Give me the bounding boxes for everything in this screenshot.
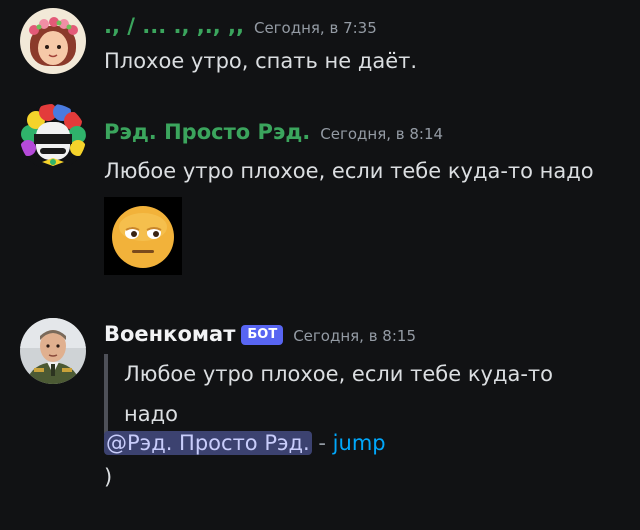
avatar-military[interactable]: [20, 318, 86, 384]
message-text: Любое утро плохое, если тебе куда-то над…: [104, 159, 594, 183]
quote-line: Любое утро плохое, если тебе куда-то: [124, 362, 553, 386]
quote-block: Любое утро плохое, если тебе куда-то над…: [104, 354, 624, 434]
message-header: Военкомат БОТ Сегодня, в 8:15: [104, 322, 416, 346]
author-name[interactable]: Военкомат: [104, 322, 235, 346]
avatar-clown[interactable]: [20, 104, 86, 170]
military-officer-avatar-icon: [20, 318, 86, 384]
message-text: Плохое утро, спать не даёт.: [104, 49, 418, 73]
author-name[interactable]: Рэд. Просто Рэд.: [104, 120, 310, 144]
bot-badge: БОТ: [241, 325, 284, 345]
jump-link[interactable]: jump: [333, 431, 386, 455]
separator: -: [318, 431, 326, 455]
trailing-text: ): [104, 465, 113, 489]
flower-crown-avatar-icon: [20, 8, 86, 74]
avatar-flower-crown[interactable]: [20, 8, 86, 74]
message-header: ., / ... ., ,., ,, Сегодня, в 7:35: [104, 14, 377, 38]
clown-avatar-icon: [20, 104, 86, 170]
timestamp: Сегодня, в 7:35: [253, 19, 377, 37]
mention-line: @Рэд. Просто Рэд. - jump: [104, 426, 624, 460]
message-header: Рэд. Просто Рэд. Сегодня, в 8:14: [104, 120, 443, 144]
author-name[interactable]: ., / ... ., ,., ,,: [104, 14, 244, 38]
timestamp: Сегодня, в 8:14: [320, 125, 444, 143]
sleepy-face-emoji-icon[interactable]: [104, 197, 182, 275]
timestamp: Сегодня, в 8:15: [293, 327, 416, 345]
user-mention[interactable]: @Рэд. Просто Рэд.: [104, 431, 312, 455]
